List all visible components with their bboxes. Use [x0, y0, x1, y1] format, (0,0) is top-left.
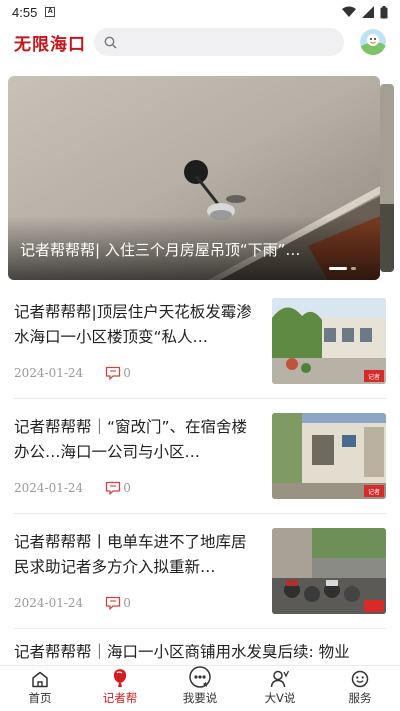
tab-label: 我要说: [182, 691, 218, 705]
status-icons: [342, 5, 388, 19]
search-box[interactable]: [94, 28, 344, 56]
tab-reporter-help[interactable]: 记者帮: [80, 666, 160, 711]
banner-caption: 记者帮帮帮| 入住三个月房屋吊顶“下雨”…: [20, 241, 301, 259]
comment-count[interactable]: 0: [105, 366, 131, 380]
app-logo[interactable]: 无限海口: [14, 30, 92, 55]
news-item[interactable]: 记者帮帮帮｜“窗改门”、在宿舍楼办公…海口一公司与小区… 2024-01-24 …: [14, 399, 386, 514]
tab-home[interactable]: 首页: [0, 666, 80, 711]
search-input[interactable]: [123, 35, 323, 49]
news-thumbnail[interactable]: 记者: [272, 298, 386, 384]
service-icon: [351, 670, 369, 688]
search-icon: [104, 36, 117, 49]
signal-icon: [362, 6, 374, 18]
news-meta: 2024-01-24 0: [14, 596, 131, 610]
tab-big-v[interactable]: 大V说: [240, 666, 320, 711]
news-list: 记者帮帮帮|顶层住户天花板发霉渗水海口一小区楼顶变“私人… 2024-01-24…: [0, 284, 400, 629]
news-item[interactable]: 记者帮帮帮|顶层住户天花板发霉渗水海口一小区楼顶变“私人… 2024-01-24…: [14, 284, 386, 399]
reporter-help-icon: [113, 669, 127, 687]
carousel-dot-active: [329, 267, 347, 270]
banner-carousel[interactable]: 记者帮帮帮| 入住三个月房屋吊顶“下雨”…: [0, 76, 400, 280]
comment-count[interactable]: 0: [105, 481, 131, 495]
tab-label: 服务: [348, 691, 372, 705]
thumb-badge: 记者: [368, 489, 380, 496]
status-bar: 4:55 A: [0, 0, 400, 24]
banner-caption-overlay: 记者帮帮帮| 入住三个月房屋吊顶“下雨”…: [8, 216, 380, 280]
tab-speak[interactable]: 我要说: [160, 666, 240, 711]
news-thumbnail[interactable]: 记者: [272, 413, 386, 499]
news-meta: 2024-01-24 0: [14, 366, 131, 380]
banner-next-peek[interactable]: [380, 84, 394, 272]
news-title[interactable]: 记者帮帮帮|顶层住户天花板发霉渗水海口一小区楼顶变“私人…: [14, 300, 256, 350]
news-date: 2024-01-24: [14, 596, 84, 610]
wifi-icon: [342, 6, 356, 17]
tab-label: 大V说: [264, 691, 296, 705]
home-icon: [32, 671, 48, 688]
thumb-badge: 记者: [368, 374, 380, 381]
news-item-partial[interactable]: 记者帮帮帮｜海口一小区商铺用水发臭后续: 物业: [14, 640, 394, 662]
comment-count-value: 0: [123, 366, 131, 380]
news-date: 2024-01-24: [14, 366, 84, 380]
user-avatar[interactable]: [360, 29, 386, 55]
speak-icon: [189, 666, 211, 688]
tab-label: 记者帮: [102, 691, 138, 705]
tab-label: 首页: [28, 691, 52, 705]
news-date: 2024-01-24: [14, 481, 84, 495]
banner-slide[interactable]: 记者帮帮帮| 入住三个月房屋吊顶“下雨”…: [8, 76, 380, 280]
news-title[interactable]: 记者帮帮帮｜“窗改门”、在宿舍楼办公…海口一公司与小区…: [14, 415, 256, 465]
carousel-dot: [351, 267, 356, 270]
comment-count[interactable]: 0: [105, 596, 131, 610]
app-header: 无限海口: [0, 24, 400, 60]
notification-icon: A: [45, 7, 56, 17]
carousel-indicator: [329, 267, 356, 270]
comment-icon: [106, 366, 121, 380]
news-item[interactable]: 记者帮帮帮丨电单车进不了地库居民求助记者多方介入拟重新… 2024-01-24 …: [14, 514, 386, 629]
tab-service[interactable]: 服务: [320, 666, 400, 711]
news-meta: 2024-01-24 0: [14, 481, 131, 495]
comment-icon: [106, 481, 121, 495]
bottom-tab-bar: 首页 记者帮 我要说 大V说 服务: [0, 665, 400, 711]
news-thumbnail[interactable]: [272, 528, 386, 614]
status-time: 4:55: [12, 4, 38, 20]
news-title[interactable]: 记者帮帮帮丨电单车进不了地库居民求助记者多方介入拟重新…: [14, 530, 256, 580]
comment-count-value: 0: [123, 596, 131, 610]
comment-count-value: 0: [123, 481, 131, 495]
user-v-icon: [270, 670, 290, 688]
comment-icon: [106, 596, 121, 610]
battery-icon: [380, 5, 388, 18]
